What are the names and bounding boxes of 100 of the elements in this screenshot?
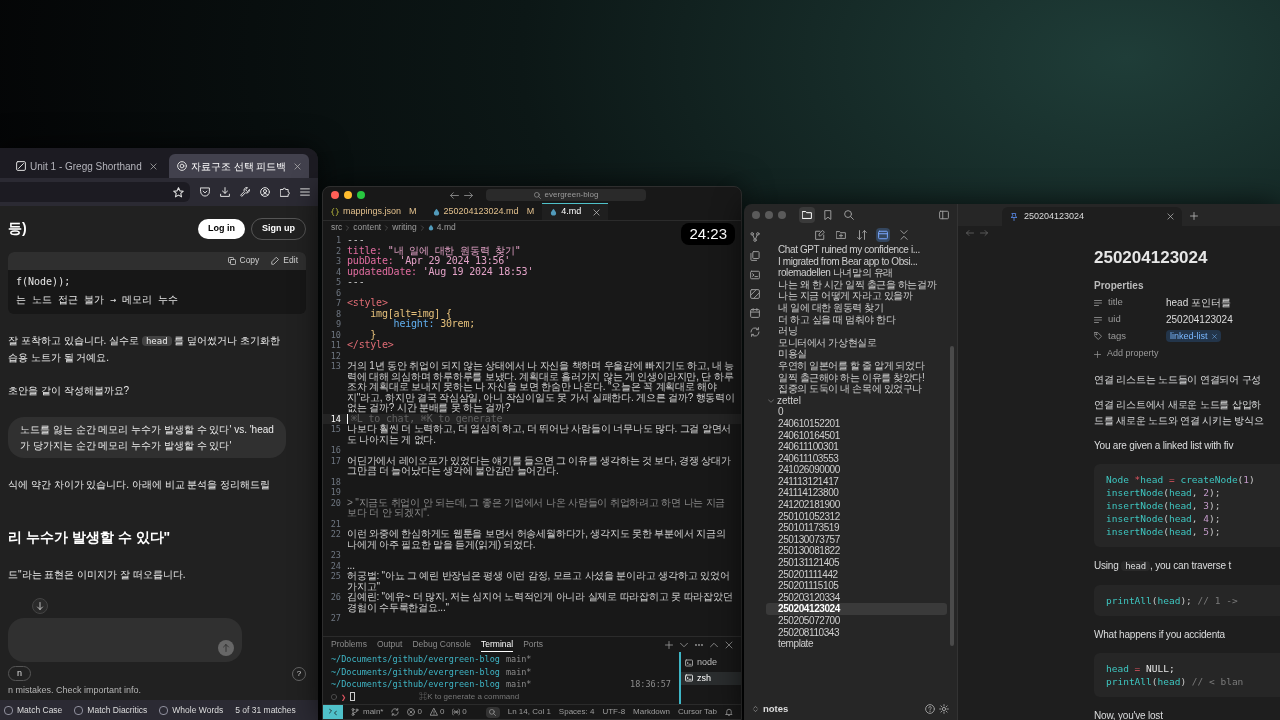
terminal-session[interactable]: zsh — [681, 671, 741, 685]
file-item[interactable]: 모니터에서 가상현실로 — [766, 336, 947, 349]
status-item[interactable]: Ln 14, Col 1 — [507, 706, 551, 718]
warning-count[interactable]: 0 — [429, 706, 445, 718]
file-item[interactable]: 250208110343 — [766, 626, 947, 639]
folder-item[interactable]: zettel — [766, 394, 947, 407]
file-item[interactable]: 250205072700 — [766, 615, 947, 627]
file-item[interactable]: 241114123800 — [766, 487, 947, 500]
help-icon[interactable] — [925, 704, 935, 714]
file-item[interactable]: 내 일에 대한 원동력 찾기 — [766, 301, 947, 314]
forward-arrow-icon[interactable] — [464, 190, 473, 200]
file-item[interactable]: 240610164501 — [766, 429, 947, 442]
status-item[interactable]: Spaces: 4 — [558, 706, 595, 718]
chevron-up-icon[interactable] — [710, 640, 718, 649]
error-count[interactable]: 0 — [407, 706, 422, 718]
checkbox[interactable] — [74, 705, 84, 715]
checkbox[interactable] — [4, 705, 13, 715]
close-icon[interactable] — [294, 162, 302, 170]
panel-tab[interactable]: Ports — [523, 637, 543, 652]
breadcrumb-item[interactable]: src — [331, 221, 343, 234]
sync-icon[interactable] — [391, 708, 400, 716]
wrench-icon[interactable] — [240, 187, 250, 197]
note-tab[interactable]: 250204123024 — [1002, 207, 1182, 226]
file-item[interactable]: 240611100301 — [766, 441, 947, 453]
plus-icon[interactable] — [1190, 212, 1198, 220]
pages-icon[interactable] — [750, 251, 760, 261]
property-value[interactable]: head 포인터를 — [1166, 295, 1232, 310]
editor-tab[interactable]: 4.md — [542, 203, 609, 220]
file-item[interactable]: 241026090000 — [766, 464, 947, 476]
bell-icon[interactable] — [725, 708, 733, 716]
file-item[interactable]: I migrated from Bear app to Obsi... — [766, 255, 947, 268]
file-item[interactable]: 240611103553 — [766, 452, 947, 465]
close-icon[interactable] — [1167, 213, 1174, 220]
sidebar-toggle-icon[interactable] — [939, 210, 949, 220]
copy-button[interactable]: Copy — [227, 254, 260, 267]
branch-button[interactable]: main* — [351, 706, 384, 718]
status-item[interactable]: Markdown — [633, 706, 670, 718]
panel-tab[interactable]: Terminal — [481, 637, 514, 652]
file-item[interactable]: 우연히 일본어를 할 줄 알게 되었다 — [766, 359, 947, 372]
calendar-icon[interactable] — [750, 308, 760, 318]
search-button[interactable] — [485, 706, 500, 718]
files-tab[interactable] — [799, 207, 815, 223]
send-button[interactable] — [218, 640, 234, 656]
search-field[interactable]: evergreen-blog — [486, 189, 646, 201]
property-value[interactable]: 250204123024 — [1166, 312, 1233, 327]
puzzle-icon[interactable] — [280, 187, 290, 197]
download-icon[interactable] — [220, 187, 230, 197]
tag-chip[interactable]: linked-list — [1166, 330, 1221, 343]
shield-icon[interactable] — [200, 187, 210, 197]
panel-tab[interactable]: Output — [376, 637, 403, 652]
file-item[interactable]: 0 — [766, 406, 947, 418]
terminal-session[interactable]: node — [681, 656, 741, 670]
breadcrumb-item[interactable]: content — [353, 221, 382, 234]
new-folder-button[interactable] — [833, 228, 848, 242]
file-item[interactable]: 250203120334 — [766, 591, 947, 604]
close-icon[interactable] — [725, 640, 733, 649]
file-item[interactable]: 241202181900 — [766, 499, 947, 511]
account-icon[interactable] — [260, 187, 270, 197]
log-in-button[interactable]: Log in — [198, 219, 245, 239]
checkbox-label[interactable]: Whole Words — [172, 703, 224, 717]
vault-switcher[interactable]: notes — [752, 701, 789, 717]
file-item[interactable]: 미용실 — [766, 348, 947, 360]
close-icon[interactable] — [593, 208, 601, 216]
close-icon[interactable] — [149, 162, 157, 170]
file-item[interactable]: Chat GPT ruined my confidence i... — [766, 244, 947, 256]
editor-tab[interactable]: 250204123024.md M — [424, 203, 543, 220]
zoom-window-icon[interactable] — [357, 191, 365, 199]
checkbox[interactable] — [159, 705, 169, 715]
close-window-icon[interactable] — [331, 191, 339, 199]
browser-tab[interactable]: 자료구조 선택 피드백 — [168, 154, 310, 178]
panel-tab[interactable]: Problems — [331, 637, 367, 652]
breadcrumb-item[interactable]: writing — [392, 221, 417, 234]
scrollbar-thumb[interactable] — [950, 346, 954, 646]
add-property-button[interactable]: Add property — [1094, 347, 1159, 361]
terminal-icon[interactable] — [750, 270, 760, 280]
file-item[interactable]: rolemadellen 나녀말의 유래 — [766, 267, 947, 279]
minimize-window-icon[interactable] — [344, 191, 352, 199]
message-input[interactable] — [8, 618, 242, 662]
file-item[interactable]: 250101173519 — [766, 522, 947, 534]
new-note-button[interactable] — [812, 228, 827, 242]
chevron-down-icon[interactable] — [680, 640, 688, 649]
scroll-down-button[interactable] — [32, 598, 48, 614]
plus-icon[interactable] — [665, 640, 673, 649]
file-item[interactable]: 250201111442 — [766, 568, 947, 581]
star-icon[interactable] — [173, 186, 184, 198]
file-item[interactable]: 250130081822 — [766, 545, 947, 558]
file-item[interactable]: 250101052312 — [766, 510, 947, 523]
status-item[interactable]: UTF-8 — [602, 706, 626, 718]
file-item[interactable]: 러닝 — [766, 325, 947, 337]
ports-count[interactable]: 0 — [452, 706, 467, 718]
back-arrow-icon[interactable] — [450, 190, 459, 200]
editor-tab[interactable]: mappings.json M — [323, 203, 425, 220]
file-item[interactable]: 나는 지금 어떻게 자라고 있을까 — [766, 290, 947, 302]
file-item[interactable]: 나는 왜 한 시간 일찍 출근을 하는걸까 — [766, 278, 947, 291]
file-item[interactable]: 250130073757 — [766, 533, 947, 546]
checkbox-label[interactable]: Match Case — [17, 703, 63, 717]
file-item[interactable]: 더 하고 싶을 때 멈춰야 한다 — [766, 313, 947, 326]
close-icon[interactable] — [1211, 333, 1217, 339]
striped-square-icon[interactable] — [750, 289, 760, 299]
file-item[interactable]: 일찍 출근해야 하는 이유를 찾았다! — [766, 371, 947, 384]
